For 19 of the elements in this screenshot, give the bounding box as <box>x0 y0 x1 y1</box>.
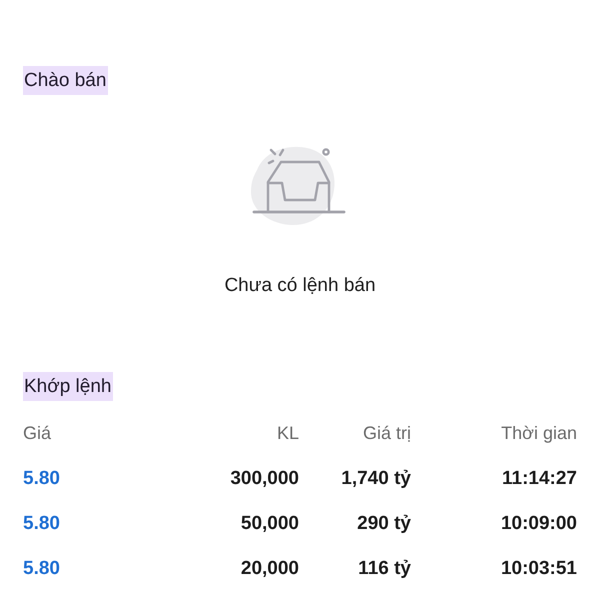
empty-message: Chưa có lệnh bán <box>224 274 376 298</box>
table-cell: 10:03:51 <box>500 558 577 580</box>
table-cell: 20,000 <box>240 558 299 580</box>
column-header: Giá trị <box>362 423 411 444</box>
price-cell: 5.80 <box>23 468 60 490</box>
column-header: Giá <box>23 423 52 444</box>
column-header: KL <box>276 423 299 444</box>
price-cell: 5.80 <box>23 558 60 580</box>
price-cell: 5.80 <box>23 512 60 534</box>
table-cell: 11:14:27 <box>502 468 577 490</box>
table-cell: 300,000 <box>230 468 299 490</box>
table-cell: 1,740 tỷ <box>341 468 411 490</box>
section-title: Chào bán <box>23 66 108 95</box>
table-cell: 290 tỷ <box>357 512 411 534</box>
table-cell: 116 tỷ <box>358 558 411 580</box>
table-cell: 10:09:00 <box>500 512 577 534</box>
section-title: Khớp lệnh <box>23 372 114 401</box>
table-cell: 50,000 <box>240 512 299 534</box>
column-header: Thời gian <box>501 423 577 444</box>
